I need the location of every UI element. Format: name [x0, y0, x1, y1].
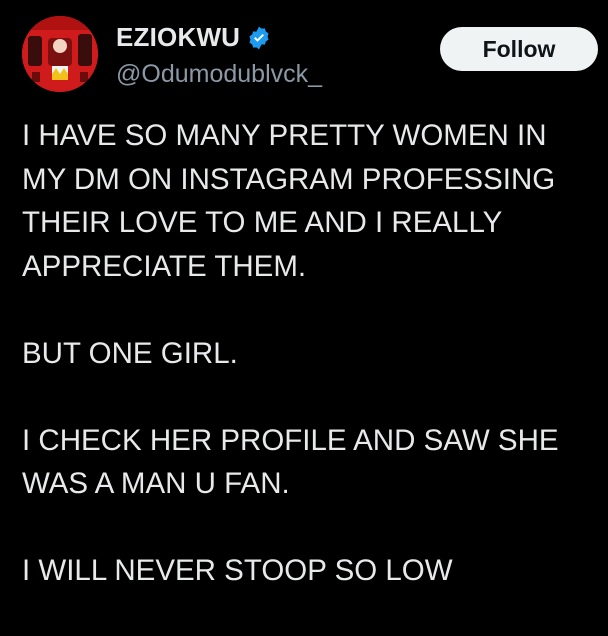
follow-button[interactable]: Follow: [440, 27, 598, 71]
tweet-paragraph: I HAVE SO MANY PRETTY WOMEN IN MY DM ON I…: [22, 114, 602, 288]
avatar-image-icon: [22, 16, 98, 92]
tweet-paragraph: I CHECK HER PROFILE AND SAW SHE WAS A MAN…: [22, 419, 602, 506]
tweet-line: WAS A MAN U FAN.: [22, 467, 290, 500]
verified-badge-icon: [249, 26, 269, 49]
tweet-line: MY DM ON INSTAGRAM PROFESSING: [22, 162, 556, 196]
author-handle[interactable]: @Odumodublvck_: [116, 60, 322, 89]
author-avatar[interactable]: [22, 16, 98, 92]
tweet-header: EZIOKWU @Odumodublvck_ Follow: [0, 0, 608, 100]
tweet-paragraph: BUT ONE GIRL.: [22, 332, 602, 376]
author-name-row: EZIOKWU: [116, 22, 272, 53]
tweet-line: THEIR LOVE TO ME AND I REALLY: [22, 206, 503, 239]
tweet-line: APPRECIATE THEM.: [22, 249, 307, 283]
tweet-paragraph: I WILL NEVER STOOP SO LOW: [22, 549, 602, 593]
tweet-line: BUT ONE GIRL.: [22, 336, 238, 370]
tweet-line: I CHECK HER PROFILE AND SAW SHE: [22, 423, 559, 457]
author-display-name[interactable]: EZIOKWU: [116, 22, 240, 53]
tweet-line: I WILL NEVER STOOP SO LOW: [22, 554, 453, 587]
tweet-line: I HAVE SO MANY PRETTY WOMEN IN: [22, 119, 547, 152]
tweet-text: I HAVE SO MANY PRETTY WOMEN IN MY DM ON I…: [22, 114, 602, 636]
